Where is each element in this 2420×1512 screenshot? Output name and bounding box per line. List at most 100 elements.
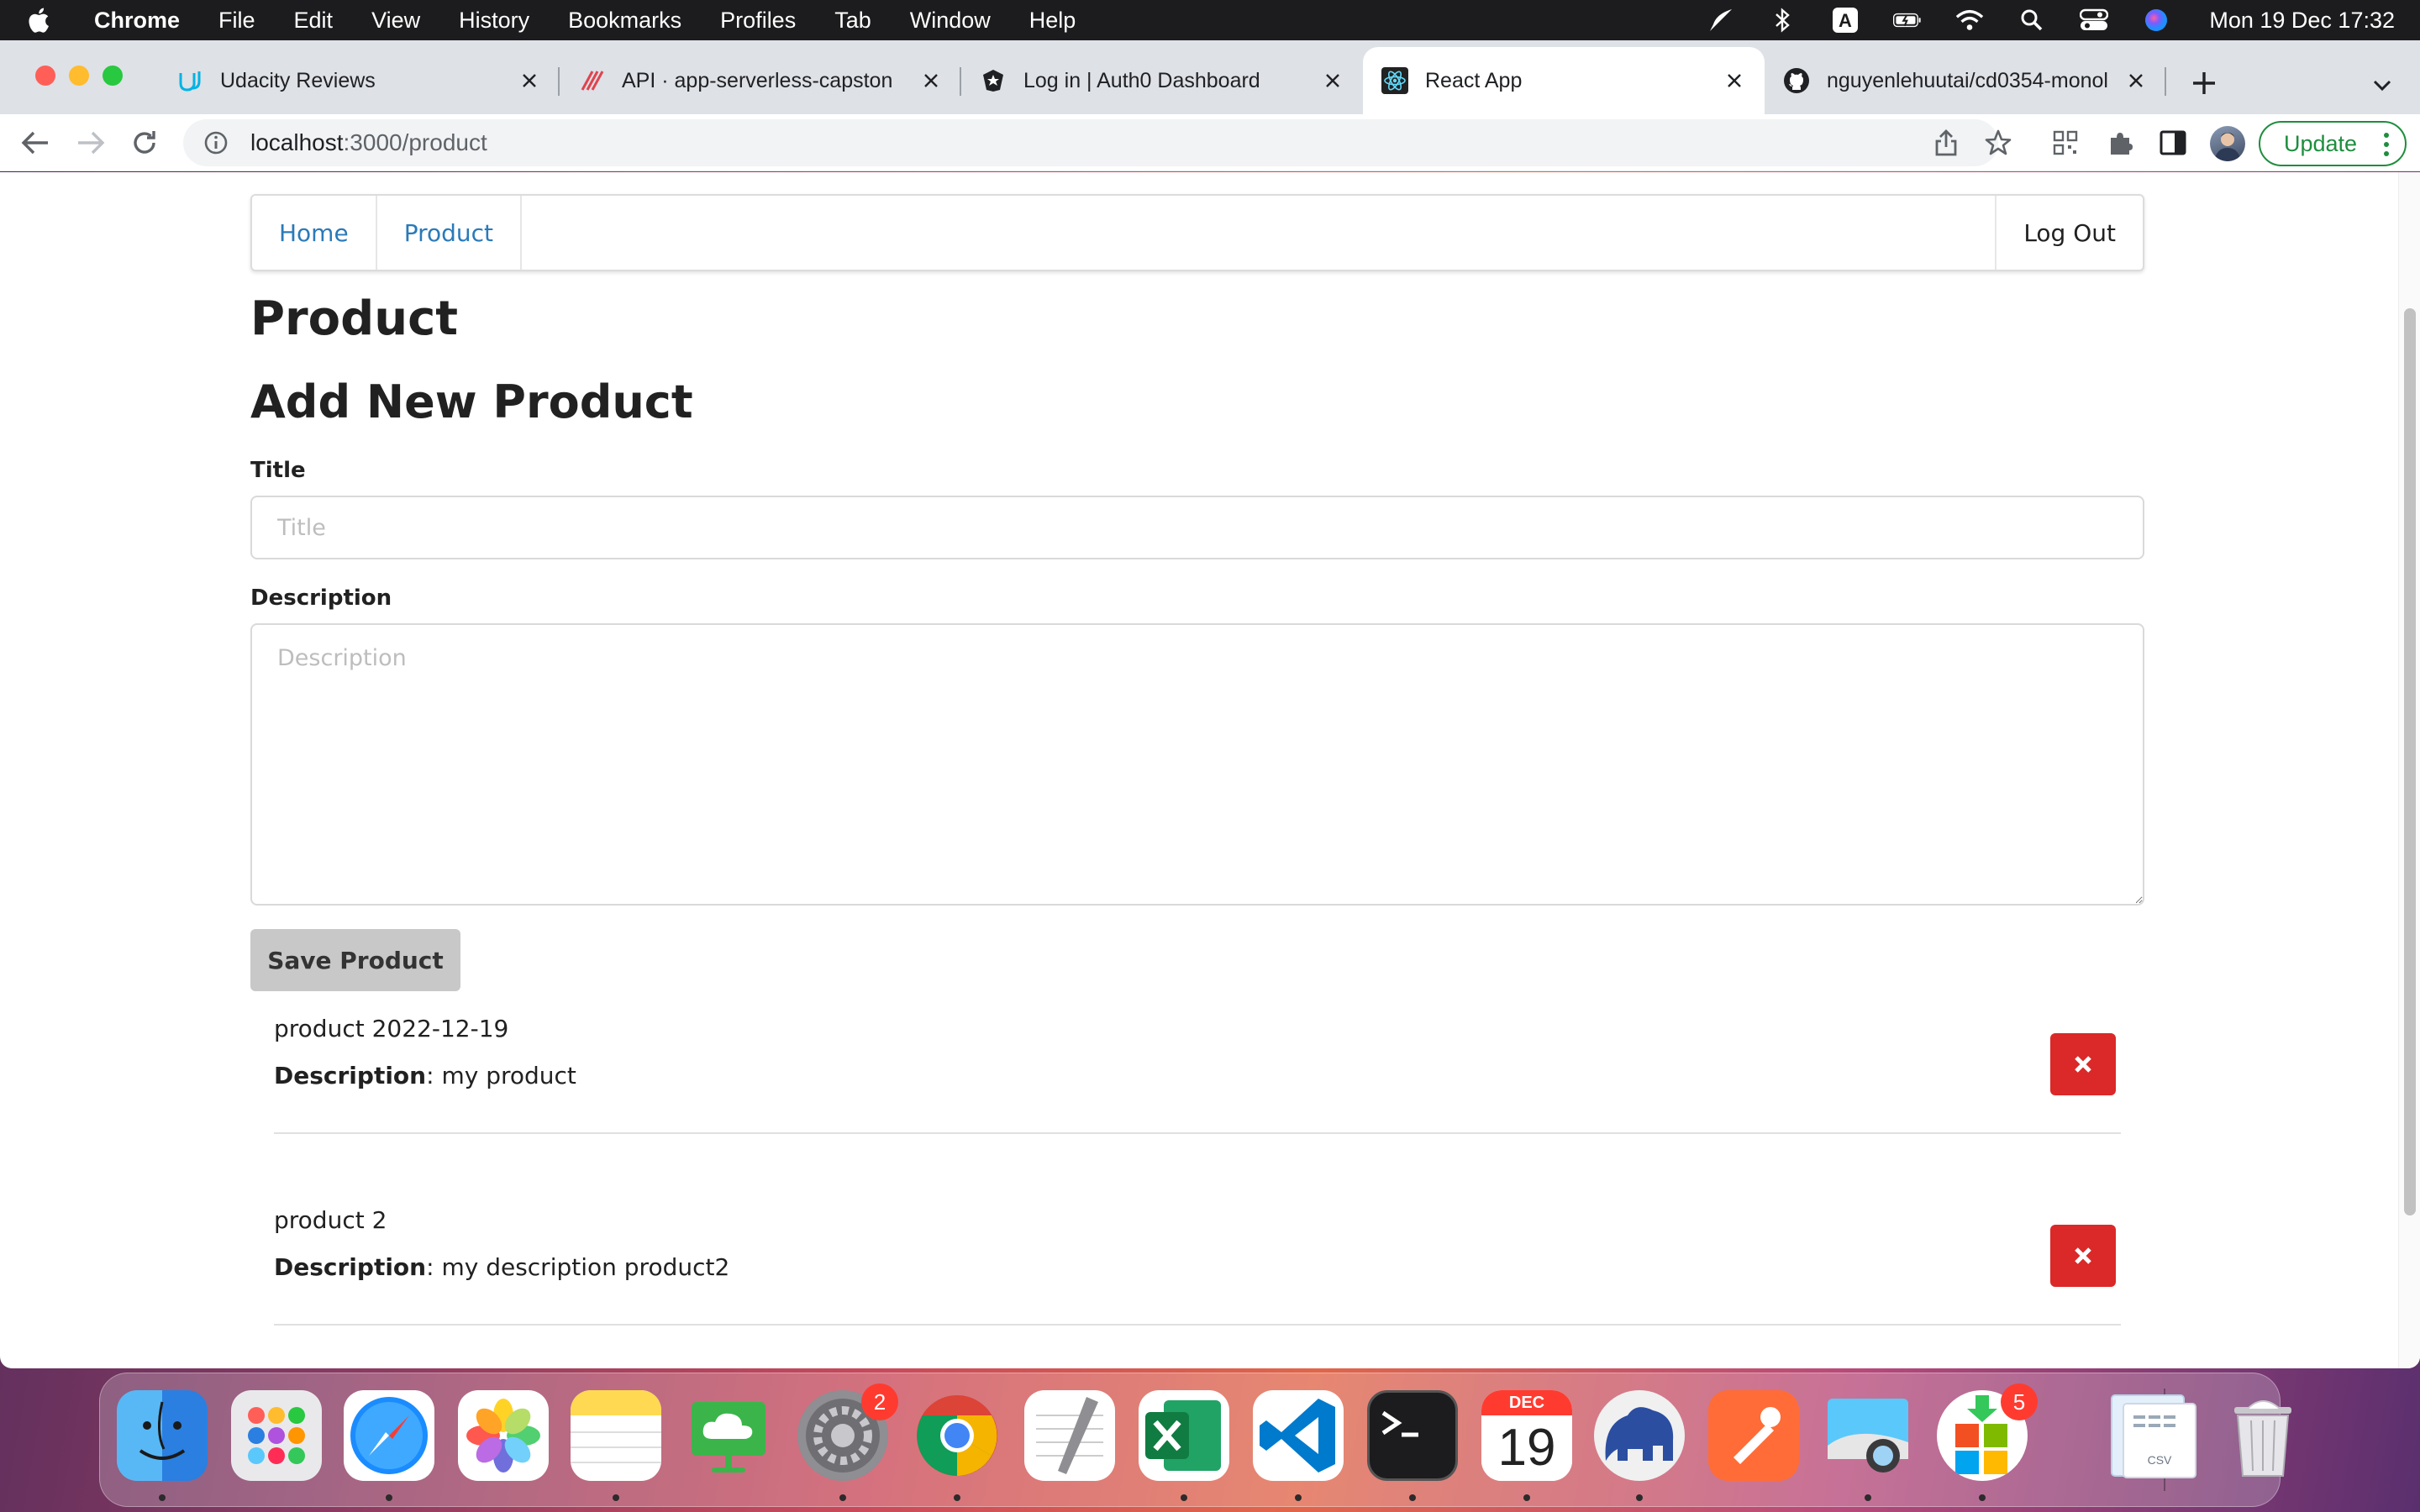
close-tab-icon[interactable]	[2124, 69, 2148, 92]
launchpad-icon[interactable]	[231, 1390, 322, 1481]
new-tab-icon[interactable]	[2188, 67, 2220, 99]
save-product-button[interactable]: Save Product	[250, 929, 460, 991]
address-bar[interactable]: localhost:3000/product	[183, 119, 1998, 166]
item-divider	[274, 1324, 2121, 1326]
downloads-folder-icon[interactable]: CSV	[2103, 1390, 2209, 1481]
menu-help[interactable]: Help	[1029, 8, 1076, 34]
update-button[interactable]: Update	[2259, 121, 2407, 166]
delete-product-button[interactable]	[2050, 1033, 2116, 1095]
zoom-window-button[interactable]	[103, 66, 123, 86]
battery-icon[interactable]	[1893, 6, 1922, 34]
tab-strip: Udacity Reviews API · app-serverless-cap…	[0, 40, 2420, 114]
tab-api-serverless[interactable]: API · app-serverless-capston	[560, 47, 961, 114]
github-icon	[1783, 67, 1810, 94]
close-tab-icon[interactable]	[518, 69, 541, 92]
product-title: product 2	[274, 1206, 387, 1234]
product-description-text: my product	[441, 1062, 576, 1089]
close-tab-icon[interactable]	[1723, 69, 1746, 92]
delete-product-button[interactable]	[2050, 1225, 2116, 1287]
close-window-button[interactable]	[35, 66, 55, 86]
tableplus-icon[interactable]	[1594, 1390, 1685, 1481]
apple-icon[interactable]	[25, 6, 50, 34]
notes-icon[interactable]	[571, 1390, 661, 1481]
tab-title: API · app-serverless-capston	[622, 68, 893, 92]
nav-product-link[interactable]: Product	[377, 196, 522, 270]
textedit-icon[interactable]	[1024, 1390, 1115, 1481]
window-controls	[35, 66, 123, 86]
profile-avatar[interactable]	[2210, 126, 2245, 161]
product-description-text: my description product2	[441, 1253, 730, 1281]
excel-icon[interactable]	[1139, 1390, 1229, 1481]
chrome-icon[interactable]	[912, 1390, 1002, 1481]
menu-window[interactable]: Window	[910, 8, 991, 34]
scrollbar[interactable]	[2398, 172, 2420, 1368]
notification-badge: 5	[2001, 1383, 2038, 1420]
logout-link[interactable]: Log Out	[1995, 196, 2143, 270]
info-icon[interactable]	[203, 130, 229, 155]
side-panel-icon[interactable]	[2158, 128, 2188, 158]
preview-icon[interactable]	[1823, 1390, 1913, 1481]
close-tab-icon[interactable]	[1321, 69, 1344, 92]
chevron-down-icon[interactable]	[2368, 71, 2396, 99]
control-center-icon[interactable]	[2080, 6, 2109, 34]
tab-title: Udacity Reviews	[220, 68, 376, 92]
more-menu-icon[interactable]	[2383, 131, 2390, 158]
wifi-icon[interactable]	[1955, 6, 1984, 34]
api-gateway-icon	[578, 67, 605, 94]
tab-react-app[interactable]: React App	[1363, 47, 1765, 114]
title-input[interactable]	[250, 496, 2144, 559]
cloud-desktop-icon[interactable]	[683, 1390, 774, 1481]
menu-view[interactable]: View	[371, 8, 420, 34]
menu-history[interactable]: History	[459, 8, 529, 34]
menu-app-name[interactable]: Chrome	[94, 8, 180, 34]
tab-auth0[interactable]: Log in | Auth0 Dashboard	[961, 47, 1363, 114]
bookmark-star-icon[interactable]	[1983, 128, 2013, 158]
app-navbar: Home Product Log Out	[250, 194, 2144, 271]
svg-text:CSV: CSV	[2148, 1453, 2172, 1467]
spotlight-search-icon[interactable]	[2018, 6, 2046, 34]
terminal-icon[interactable]	[1367, 1390, 1458, 1481]
input-source-icon[interactable]: A	[1831, 6, 1860, 34]
calendar-icon[interactable]: DEC 19	[1481, 1390, 1572, 1481]
menu-bookmarks[interactable]: Bookmarks	[568, 8, 681, 34]
menu-edit[interactable]: Edit	[294, 8, 334, 34]
description-textarea[interactable]	[250, 623, 2144, 906]
update-label: Update	[2284, 130, 2358, 156]
form-title: Add New Product	[250, 375, 693, 428]
vscode-icon[interactable]	[1253, 1390, 1344, 1481]
menu-tab[interactable]: Tab	[834, 8, 871, 34]
menu-file[interactable]: File	[218, 8, 255, 34]
photos-icon[interactable]	[458, 1390, 549, 1481]
nav-home-link[interactable]: Home	[252, 196, 377, 270]
browser-toolbar: localhost:3000/product Update	[0, 114, 2420, 171]
product-list-item: product 2022-12-19 Description: my produ…	[274, 1015, 2121, 1136]
product-title: product 2022-12-19	[274, 1015, 509, 1042]
close-tab-icon[interactable]	[919, 69, 943, 92]
product-description: Description: my description product2	[274, 1253, 730, 1281]
scrollbar-thumb[interactable]	[2404, 308, 2416, 1215]
tab-github[interactable]: nguyenlehuutai/cd0354-monol	[1765, 47, 2166, 114]
share-icon[interactable]	[1931, 128, 1961, 158]
siri-icon[interactable]	[2142, 6, 2170, 34]
back-arrow-icon[interactable]	[18, 126, 52, 160]
product-description: Description: my product	[274, 1062, 576, 1089]
qr-code-icon[interactable]	[2050, 128, 2081, 158]
bluetooth-icon[interactable]	[1769, 6, 1797, 34]
notification-badge: 2	[861, 1383, 898, 1420]
delete-x-icon	[2075, 1247, 2091, 1264]
minimize-window-button[interactable]	[69, 66, 89, 86]
reload-icon[interactable]	[128, 126, 161, 160]
trash-icon[interactable]	[2217, 1390, 2308, 1481]
finder-icon[interactable]	[117, 1390, 208, 1481]
forward-arrow-icon[interactable]	[74, 126, 108, 160]
menu-clock[interactable]: Mon 19 Dec 17:32	[2209, 8, 2395, 34]
tab-udacity-reviews[interactable]: Udacity Reviews	[158, 47, 560, 114]
safari-icon[interactable]	[344, 1390, 434, 1481]
menu-profiles[interactable]: Profiles	[720, 8, 796, 34]
svg-text:A: A	[1839, 10, 1852, 31]
postman-icon[interactable]	[1708, 1390, 1799, 1481]
feather-icon[interactable]	[1707, 6, 1735, 34]
menu-bar: Chrome File Edit View History Bookmarks …	[0, 0, 2420, 40]
extensions-puzzle-icon[interactable]	[2106, 128, 2136, 158]
description-label: Description	[250, 585, 392, 611]
